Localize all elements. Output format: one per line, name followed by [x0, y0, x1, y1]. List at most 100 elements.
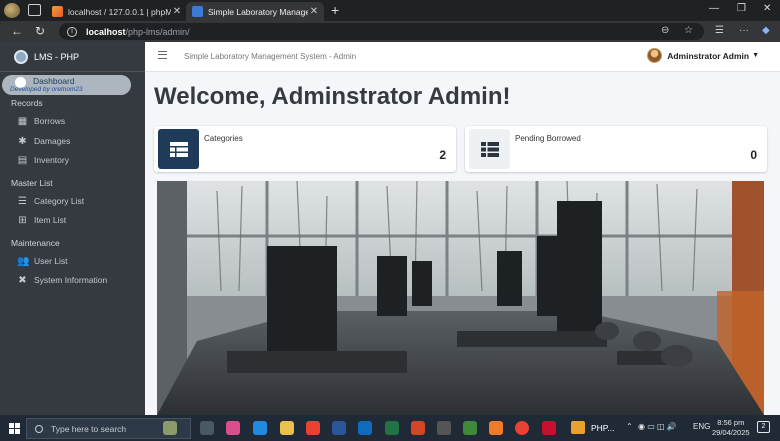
card-value: 2: [439, 148, 446, 162]
url-host: localhost: [86, 26, 126, 37]
reload-icon[interactable]: ↻: [35, 24, 45, 38]
phpmyadmin-icon: [52, 6, 63, 17]
powerpoint-icon[interactable]: [411, 421, 425, 435]
sidebar-header-maintenance: Maintenance: [11, 238, 60, 248]
copilot-icon[interactable]: ◆: [762, 25, 770, 36]
sidebar-item-borrows[interactable]: ▦ Borrows: [17, 113, 65, 129]
amazon-icon[interactable]: [437, 421, 451, 435]
sidebar-item-user-list[interactable]: 👥 User List: [17, 253, 68, 269]
info-card-categories: Categories 2: [154, 126, 456, 172]
restore-icon[interactable]: ❐: [737, 3, 746, 14]
search-placeholder: Type here to search: [51, 423, 127, 434]
tools-icon: ✖: [18, 274, 27, 286]
url-field[interactable]: i localhost/php-lms/admin/: [59, 23, 704, 40]
widgets-icon[interactable]: [163, 421, 177, 435]
sidebar-item-label: Item List: [34, 215, 67, 225]
search-icon: [35, 424, 43, 433]
copilot-icon[interactable]: [226, 421, 240, 435]
top-navbar: Simple Laboratory Management System - Ad…: [145, 42, 780, 72]
avatar: [647, 48, 663, 63]
site-info-icon[interactable]: i: [67, 26, 77, 37]
sidebar-item-label: Damages: [34, 136, 71, 146]
sidebar-item-system-information[interactable]: ✖ System Information: [17, 272, 107, 288]
close-tab-icon[interactable]: ✕: [308, 6, 320, 17]
minimize-icon[interactable]: —: [709, 3, 719, 14]
sidebar-header-master-list: Master List: [11, 178, 53, 188]
taskbar-app-label: PHP...: [591, 422, 615, 433]
address-bar: ← ↻ i localhost/php-lms/admin/ ⊖ ☆ ☰ ···…: [0, 21, 780, 42]
item-list-icon: ⊞: [18, 214, 27, 226]
browser-tab-phpmyadmin[interactable]: localhost / 127.0.0.1 | phpMyAdmin ✕: [46, 2, 187, 21]
computer-lab-photo: [157, 181, 764, 415]
card-label: Pending Borrowed: [515, 134, 581, 143]
sidebar-item-label: Dashboard: [33, 76, 75, 86]
chevron-up-icon[interactable]: ⌃: [626, 422, 633, 431]
brand[interactable]: LMS - PHP: [0, 42, 145, 72]
pending-borrowed-icon: [469, 129, 510, 169]
page-title: Welcome, Adminstrator Admin!: [154, 83, 511, 110]
user-name: Adminstrator Admin: [667, 50, 750, 61]
more-icon[interactable]: ···: [739, 25, 749, 36]
language-indicator[interactable]: ENG: [693, 422, 710, 431]
categories-icon: [158, 129, 199, 169]
windows-start-icon[interactable]: [9, 423, 20, 434]
xampp-icon[interactable]: [489, 421, 503, 435]
lms-icon: [192, 6, 203, 17]
inventory-icon: ▤: [17, 154, 28, 166]
sidebar-item-category-list[interactable]: ☰ Category List: [17, 193, 84, 209]
sidebar: LMS - PHP Dashboard Developed by oretnom…: [0, 42, 145, 415]
sidebar-header-records: Records: [11, 98, 43, 108]
category-list-icon: ☰: [18, 195, 27, 207]
notification-count: 2: [761, 423, 766, 430]
tab-label: Simple Laboratory Management: [208, 6, 308, 17]
tab-label: localhost / 127.0.0.1 | phpMyAdmin: [68, 6, 171, 17]
taskbar-clock[interactable]: 8:56 pm 29/04/2025: [712, 418, 750, 438]
word-icon[interactable]: [332, 421, 346, 435]
chrome-icon[interactable]: [515, 421, 529, 435]
taskbar-app-php[interactable]: PHP...: [571, 421, 614, 434]
clock-date: 29/04/2025: [712, 428, 750, 437]
sidebar-item-label: Inventory: [34, 155, 69, 165]
browser-tab-lms[interactable]: Simple Laboratory Management ✕: [186, 2, 324, 21]
sidebar-item-dashboard[interactable]: Dashboard Developed by oretnom23: [2, 75, 131, 95]
edge-icon[interactable]: [253, 421, 267, 435]
card-value: 0: [750, 148, 757, 162]
chevron-down-icon: ▼: [752, 52, 759, 59]
user-menu[interactable]: Adminstrator Admin ▼: [647, 48, 759, 63]
card-label: Categories: [204, 134, 243, 143]
php-app-icon: [571, 421, 585, 434]
reading-mode-icon[interactable]: ⊖: [661, 25, 669, 36]
sidebar-item-label: Category List: [34, 196, 85, 206]
favorite-star-icon[interactable]: ☆: [684, 25, 693, 36]
main-content: Simple Laboratory Management System - Ad…: [145, 42, 780, 415]
system-title: Simple Laboratory Management System - Ad…: [184, 52, 357, 61]
file-explorer-icon[interactable]: [280, 421, 294, 435]
tray-icons[interactable]: ◉ ▭ ◫ 🔊: [638, 422, 677, 431]
tab-actions-icon[interactable]: [28, 4, 41, 16]
profile-icon[interactable]: [4, 3, 20, 18]
sidebar-item-inventory[interactable]: ▤ Inventory: [17, 152, 69, 168]
taskbar: Type here to search PHP... ⌃ ◉ ▭ ◫ 🔊 ENG…: [0, 415, 780, 441]
sidebar-item-label: User List: [34, 256, 68, 266]
new-tab-button[interactable]: +: [331, 2, 339, 18]
damages-icon: ✱: [18, 135, 27, 147]
task-view-icon[interactable]: [200, 421, 214, 435]
menu-toggle-icon[interactable]: [158, 51, 167, 59]
sidebar-item-item-list[interactable]: ⊞ Item List: [17, 212, 66, 228]
brand-logo-icon: [14, 49, 28, 64]
clock-time: 8:56 pm: [717, 418, 745, 427]
close-window-icon[interactable]: ✕: [763, 3, 771, 14]
sidebar-item-label: Borrows: [34, 116, 66, 126]
excel-icon[interactable]: [385, 421, 399, 435]
close-tab-icon[interactable]: ✕: [171, 6, 183, 17]
maps-icon[interactable]: [463, 421, 477, 435]
acrobat-icon[interactable]: [542, 421, 556, 435]
back-icon[interactable]: ←: [11, 24, 23, 38]
sidebar-item-label: System Information: [34, 275, 108, 285]
notification-icon[interactable]: 2: [757, 421, 770, 433]
outlook-icon[interactable]: [358, 421, 372, 435]
developer-credit: Developed by oretnom23: [10, 86, 83, 93]
favorites-icon[interactable]: ☰: [715, 25, 724, 36]
chrome-icon[interactable]: [306, 421, 320, 435]
sidebar-item-damages[interactable]: ✱ Damages: [17, 133, 70, 149]
